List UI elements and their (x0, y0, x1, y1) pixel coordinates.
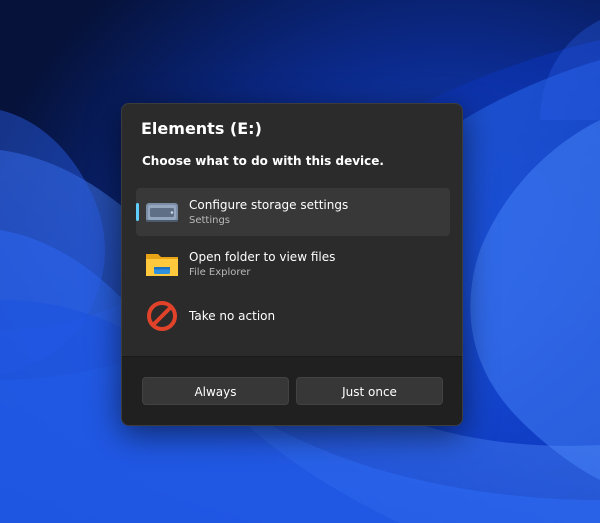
desktop: Elements (E:) Choose what to do with thi… (0, 0, 600, 523)
storage-drive-icon (146, 203, 178, 222)
dialog-prompt: Choose what to do with this device. (142, 154, 384, 168)
autoplay-dialog: Elements (E:) Choose what to do with thi… (121, 103, 463, 426)
option-sublabel: File Explorer (189, 267, 251, 278)
option-configure-storage[interactable]: Configure storage settings Settings (136, 188, 450, 236)
option-label: Open folder to view files (189, 250, 336, 264)
always-button[interactable]: Always (142, 377, 289, 405)
option-sublabel: Settings (189, 215, 231, 226)
option-label: Configure storage settings (189, 198, 349, 212)
dialog-footer: Always Just once (122, 356, 462, 425)
option-label: Take no action (189, 309, 276, 323)
no-action-icon (147, 301, 177, 331)
just-once-button[interactable]: Just once (296, 377, 443, 405)
folder-icon (146, 254, 178, 276)
dialog-title: Elements (E:) (141, 119, 262, 138)
option-take-no-action[interactable]: Take no action (136, 292, 450, 340)
options-list: Configure storage settings Settings Open… (136, 188, 450, 344)
option-open-folder[interactable]: Open folder to view files File Explorer (136, 240, 450, 288)
selection-accent (136, 203, 139, 221)
